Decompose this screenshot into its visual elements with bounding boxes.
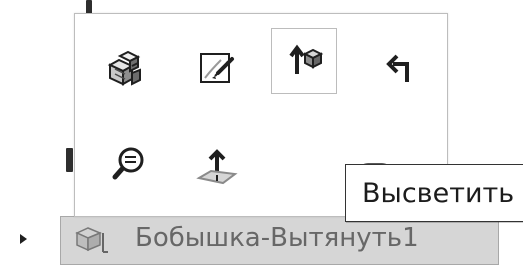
normal-to-button[interactable]	[271, 28, 337, 94]
tooltip-text: Высветить	[362, 177, 515, 209]
rollback-arrow-icon	[367, 36, 433, 102]
context-toolbar: Высветить	[74, 13, 523, 222]
normal-to-icon	[272, 29, 336, 93]
tree-fragment-middle	[66, 148, 73, 172]
parts-box-icon	[91, 36, 157, 102]
tooltip-highlight: Высветить	[345, 164, 523, 222]
extrude-direction-button[interactable]	[184, 136, 250, 202]
rollback-button[interactable]	[367, 36, 433, 102]
sketch-edit-icon	[183, 36, 249, 102]
zoom-selection-icon	[95, 133, 161, 199]
part-dependencies-button[interactable]	[91, 36, 157, 102]
zoom-to-selection-button[interactable]	[95, 133, 161, 199]
feature-tree-item-boss-extrude1[interactable]: Бобышка-Вытянуть1	[60, 216, 499, 265]
triangle-right-icon[interactable]	[16, 230, 32, 248]
tree-item-label: Бобышка-Вытянуть1	[135, 223, 419, 253]
edit-sketch-button[interactable]	[183, 36, 249, 102]
extrude-feature-icon	[69, 225, 108, 255]
extrude-direction-icon	[184, 136, 250, 202]
